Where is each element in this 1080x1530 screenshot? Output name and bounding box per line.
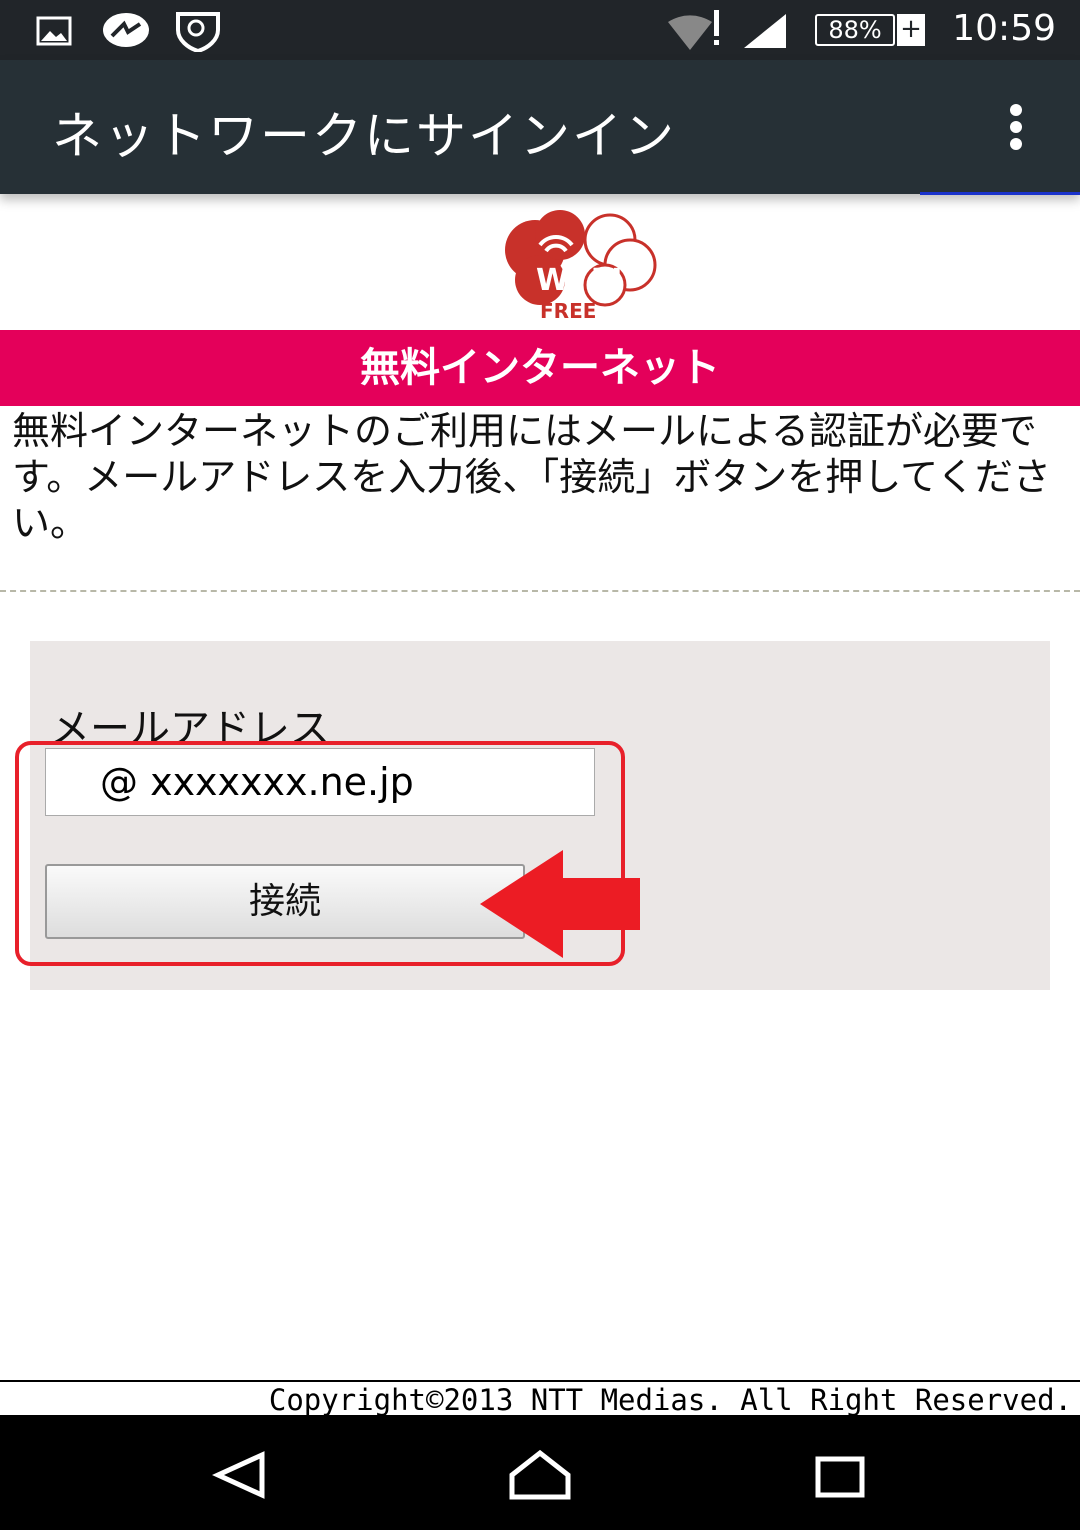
home-icon[interactable] [508,1449,572,1501]
status-bar: 88% + 10:59 [0,0,1080,60]
overflow-menu-icon[interactable] [1008,104,1024,150]
wifi-free-logo: WI FI FREE [505,210,657,323]
wifi-alert-icon [668,10,719,51]
app-bar: ネットワークにサインイン [0,60,1080,194]
copyright: Copyright©2013 NTT Medias. All Right Res… [0,1380,1080,1417]
security-shield-icon [176,12,220,52]
page-title: ネットワークにサインイン [52,107,676,165]
divider [0,590,1080,592]
messenger-icon [103,13,149,47]
charging-icon: + [897,14,925,46]
logo-sub: FREE [540,299,596,323]
back-icon[interactable] [212,1451,268,1499]
clock: 10:59 [952,8,1056,49]
image-notification-icon [36,16,72,46]
battery-level: 88% [815,14,895,46]
logo-text: WI FI [536,263,622,298]
banner-title: 無料インターネット [0,330,1080,406]
recents-icon[interactable] [814,1455,866,1499]
intro-text: 無料インターネットのご利用にはメールによる認証が必要です。メールアドレスを入力後… [12,409,1051,545]
red-arrow-icon [480,850,640,958]
navigation-bar [0,1415,1080,1530]
top-link[interactable] [920,192,1080,195]
signal-icon [744,14,786,48]
